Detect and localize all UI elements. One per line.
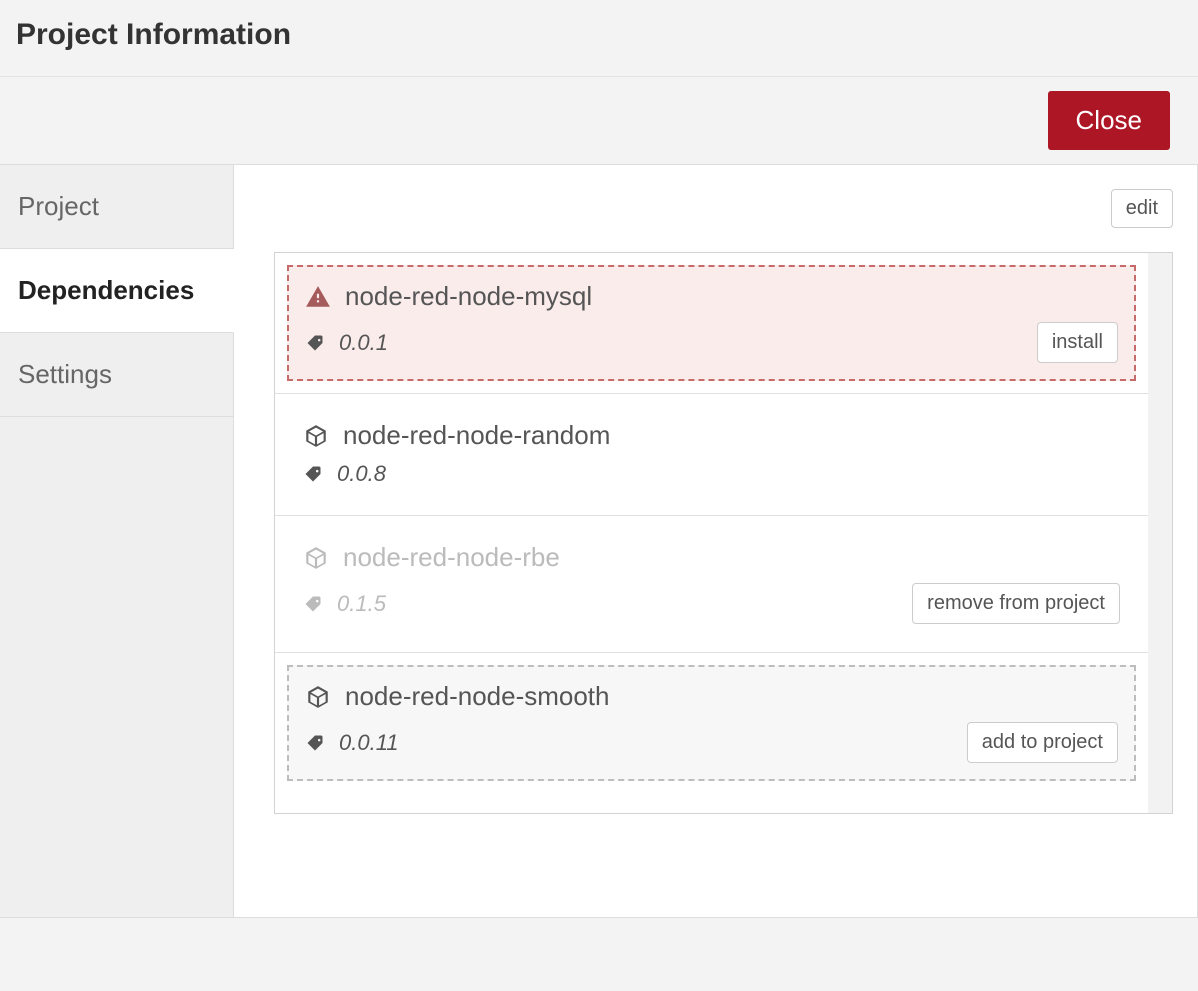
dependency-list-footer: [275, 793, 1148, 813]
dialog-toolbar: Close: [0, 77, 1198, 165]
install-button[interactable]: install: [1037, 322, 1118, 363]
dependency-name: node-red-node-smooth: [345, 681, 610, 712]
edit-button[interactable]: edit: [1111, 189, 1173, 228]
sidebar-fill: [0, 417, 233, 917]
dependency-version: 0.1.5: [337, 591, 386, 617]
tab-settings[interactable]: Settings: [0, 333, 233, 417]
tag-icon: [305, 733, 325, 753]
remove-from-project-button[interactable]: remove from project: [912, 583, 1120, 624]
dependency-version: 0.0.8: [337, 461, 386, 487]
add-to-project-button[interactable]: add to project: [967, 722, 1118, 763]
dialog-title: Project Information: [16, 18, 1182, 52]
dependency-version: 0.0.1: [339, 330, 388, 356]
tab-dependencies[interactable]: Dependencies: [0, 249, 234, 333]
close-button[interactable]: Close: [1048, 91, 1170, 150]
main-panel: edit node-red-node-mysql: [234, 165, 1198, 917]
dependency-row: node-red-node-rbe 0.1.5 remove from proj…: [275, 516, 1148, 653]
dependency-version: 0.0.11: [339, 730, 399, 756]
tag-icon: [305, 333, 325, 353]
tab-project[interactable]: Project: [0, 165, 233, 249]
dependency-row-inner: node-red-node-random 0.0.8: [287, 406, 1136, 503]
dependency-row-inner-addable: node-red-node-smooth 0.0.11 add to proje…: [287, 665, 1136, 781]
dependency-row: node-red-node-mysql 0.0.1 install: [275, 253, 1148, 394]
dependency-row-inner-error: node-red-node-mysql 0.0.1 install: [287, 265, 1136, 381]
cube-icon: [305, 684, 331, 710]
dependency-name: node-red-node-rbe: [343, 542, 560, 573]
dependency-name: node-red-node-mysql: [345, 281, 592, 312]
dialog-body: Project Dependencies Settings edit node-…: [0, 165, 1198, 917]
dependency-row-inner-unused: node-red-node-rbe 0.1.5 remove from proj…: [287, 528, 1136, 640]
cube-icon: [303, 545, 329, 571]
sidebar: Project Dependencies Settings: [0, 165, 234, 917]
tag-icon: [303, 594, 323, 614]
edit-row: edit: [274, 189, 1173, 228]
dependency-list-inner: node-red-node-mysql 0.0.1 install: [275, 253, 1172, 813]
cube-icon: [303, 423, 329, 449]
dialog-header: Project Information: [0, 0, 1198, 77]
dialog-footer: [0, 917, 1198, 991]
warning-icon: [305, 284, 331, 310]
tag-icon: [303, 464, 323, 484]
dependency-row: node-red-node-random 0.0.8: [275, 394, 1148, 516]
dependency-list: node-red-node-mysql 0.0.1 install: [274, 252, 1173, 814]
dependency-row: node-red-node-smooth 0.0.11 add to proje…: [275, 653, 1148, 793]
dependency-name: node-red-node-random: [343, 420, 610, 451]
